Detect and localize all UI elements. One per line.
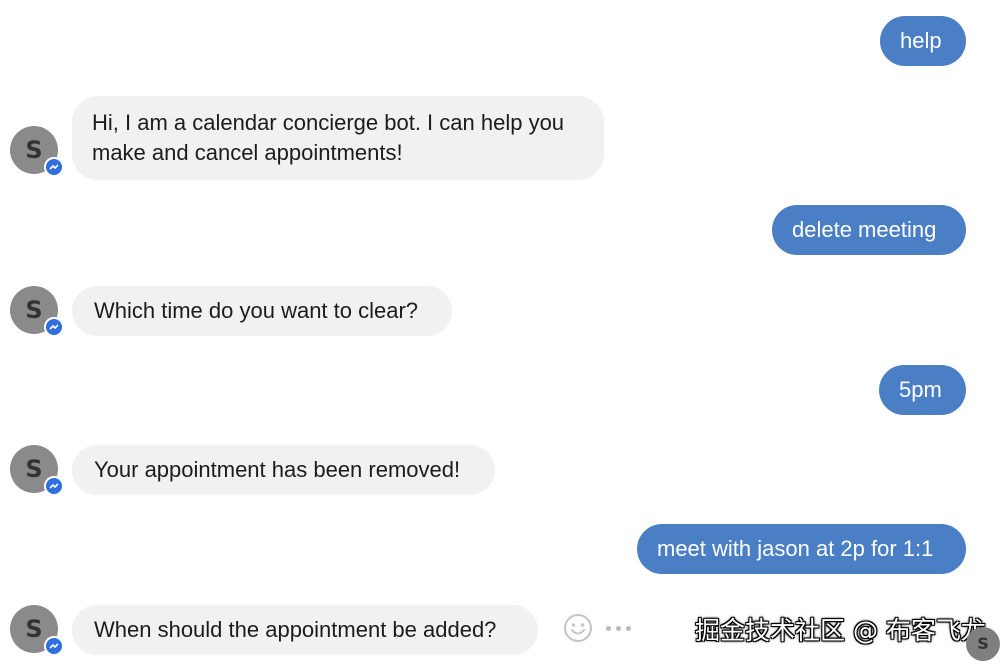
message-text: Which time do you want to clear? xyxy=(94,298,419,323)
message-text: help xyxy=(900,28,942,53)
message-text: meet with jason at 2p for 1:1 xyxy=(657,536,934,561)
user-message-bubble: help xyxy=(880,16,966,66)
message-text-line: Hi, I am a calendar concierge bot. I can… xyxy=(92,110,565,135)
avatar-letter: S xyxy=(25,455,43,483)
message-text: 5pm xyxy=(899,377,942,402)
messenger-badge-icon xyxy=(44,317,64,337)
message-text: Your appointment has been removed! xyxy=(94,457,461,482)
avatar-letter: S xyxy=(25,296,43,324)
bot-avatar[interactable]: S xyxy=(10,605,64,656)
more-options-icon[interactable] xyxy=(606,626,636,632)
watermark-avatar: S xyxy=(966,627,1000,661)
bot-avatar[interactable]: S xyxy=(10,445,64,496)
avatar-letter: S xyxy=(25,615,43,643)
avatar-letter: S xyxy=(977,634,989,653)
bot-message-bubble: Hi, I am a calendar concierge bot. I can… xyxy=(72,96,604,180)
user-message-bubble: delete meeting xyxy=(772,205,966,255)
bot-message-bubble: Your appointment has been removed! xyxy=(72,445,495,495)
smiley-face-icon[interactable] xyxy=(563,613,593,648)
user-message-bubble: 5pm xyxy=(879,365,966,415)
bot-message-bubble: Which time do you want to clear? xyxy=(72,286,452,336)
message-text: When should the appointment be added? xyxy=(94,617,497,642)
bot-message-bubble: When should the appointment be added? xyxy=(72,605,538,655)
messenger-badge-icon xyxy=(44,636,64,656)
avatar-letter: S xyxy=(25,136,43,164)
bot-avatar[interactable]: S xyxy=(10,286,64,337)
messenger-badge-icon xyxy=(44,476,64,496)
messenger-badge-icon xyxy=(44,157,64,177)
message-text-line: make and cancel appointments! xyxy=(92,140,403,165)
watermark-text: 掘金技术社区 @ 布客飞龙 xyxy=(695,616,986,645)
user-message-bubble: meet with jason at 2p for 1:1 xyxy=(637,524,966,574)
bot-avatar[interactable]: S xyxy=(10,126,64,177)
message-text: delete meeting xyxy=(792,217,937,242)
